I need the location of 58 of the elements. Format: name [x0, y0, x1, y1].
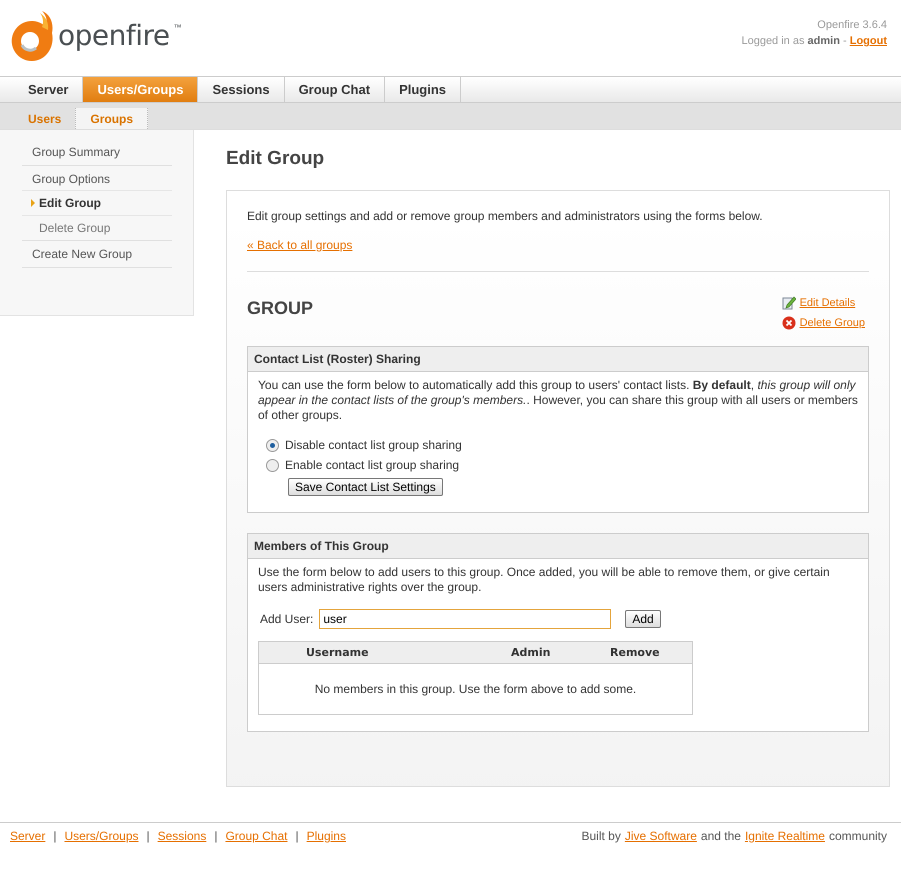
trademark-sign: ™: [174, 23, 182, 32]
pencil-note-icon: [782, 296, 796, 310]
radio-label: Disable contact list group sharing: [285, 438, 462, 452]
product-name: openfire: [58, 18, 170, 52]
credit-text: Built by: [582, 829, 621, 843]
footer-link[interactable]: Group Chat: [225, 829, 288, 843]
credit-text: community: [828, 829, 887, 843]
username-label: admin: [808, 35, 840, 47]
empty-message: No members in this group. Use the form above to add some.: [258, 664, 692, 714]
column-header: Remove: [578, 642, 692, 664]
delete-group-link[interactable]: Delete Group: [800, 317, 865, 329]
sidebar-item[interactable]: Group Summary: [22, 139, 172, 166]
separator-text: |: [146, 829, 150, 843]
add-button[interactable]: Add: [625, 610, 661, 628]
separator-text: |: [296, 829, 299, 843]
nav-tab[interactable]: Users/Groups: [83, 77, 198, 102]
add-user-field[interactable]: user: [319, 609, 612, 629]
login-label: Logged in as: [741, 35, 804, 47]
sub-tab[interactable]: Groups: [75, 108, 148, 129]
radio-label: Enable contact list group sharing: [285, 458, 460, 472]
footer-link[interactable]: Users/Groups: [64, 829, 138, 843]
sidebar-item[interactable]: Edit Group: [22, 190, 172, 215]
page-title: Edit Group: [226, 148, 326, 170]
version-label: Openfire 3.6.4: [816, 18, 887, 33]
logout-link[interactable]: Logout: [850, 35, 887, 47]
panel-header: Members of This Group: [248, 534, 868, 559]
credit-link[interactable]: Jive Software: [624, 829, 697, 843]
nav-tab[interactable]: Plugins: [385, 77, 462, 102]
intro-text: Edit group settings and add or remove group members and administrators using the forms below.: [247, 209, 764, 224]
footer-link[interactable]: Server: [10, 829, 46, 843]
sidebar-heading: Group Options: [32, 172, 112, 186]
column-header: Admin: [484, 642, 578, 664]
sidebar-item[interactable]: Delete Group: [22, 215, 172, 241]
sub-tab[interactable]: Users: [14, 108, 76, 129]
panel-header: Contact List (Roster) Sharing: [248, 347, 868, 372]
credit-text: and the: [700, 829, 741, 843]
back-link[interactable]: « Back to all groups: [247, 238, 352, 252]
edit-details-link[interactable]: Edit Details: [800, 297, 856, 309]
column-header: Username: [258, 642, 484, 664]
arrow-icon: [31, 199, 35, 207]
credit-link[interactable]: Ignite Realtime: [744, 829, 825, 843]
nav-tab[interactable]: Group Chat: [284, 77, 386, 102]
separator-text: |: [53, 829, 56, 843]
separator-text: -: [843, 35, 847, 47]
footer-link[interactable]: Plugins: [306, 829, 346, 843]
add-user-label: Add User:: [260, 612, 314, 626]
flame-logo-icon: [10, 9, 54, 61]
sidebar-item[interactable]: Create New Group: [22, 241, 172, 268]
radio-button[interactable]: [266, 438, 279, 452]
members-description: Use the form below to add users to this group. Once added, you will be able to remove them, or give certain users administrative rights over the group.: [258, 565, 831, 595]
save-settings-button[interactable]: Save Contact List Settings: [288, 478, 443, 496]
delete-icon: [782, 316, 796, 330]
sharing-description: You can use the form below to automatically add this group to users' contact lists. By default, this group will only appear in the contact lists of the group's members.. However, you can share this group with all users or members of other groups.: [258, 378, 858, 423]
footer-link[interactable]: Sessions: [158, 829, 206, 843]
nav-tab[interactable]: Sessions: [198, 77, 285, 102]
group-name: GROUP: [247, 298, 314, 320]
radio-button[interactable]: [266, 458, 279, 472]
separator-text: |: [214, 829, 218, 843]
